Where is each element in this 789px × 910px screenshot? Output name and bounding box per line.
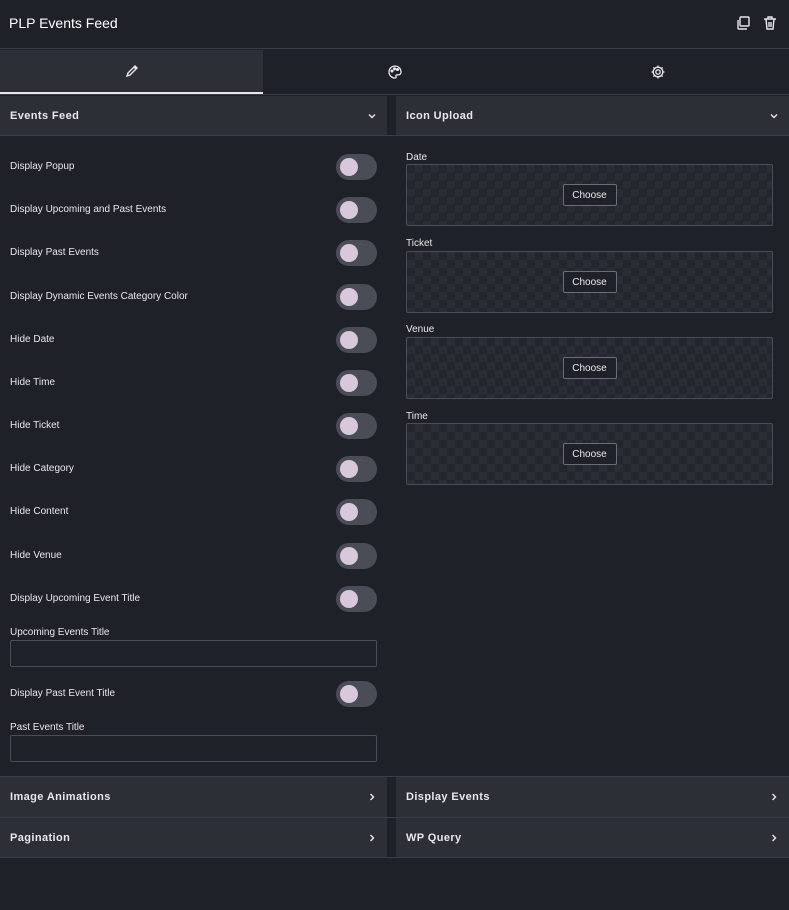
section-icon-upload-label: Icon Upload xyxy=(406,110,474,122)
toggle-switch[interactable] xyxy=(336,499,377,525)
upcoming-events-title-label: Upcoming Events Title xyxy=(10,627,110,638)
section-pagination-label: Pagination xyxy=(10,832,71,844)
toggle-knob xyxy=(340,503,358,521)
toggle-row-display-popup: Display Popup xyxy=(10,154,377,180)
upcoming-events-title-input[interactable] xyxy=(10,640,377,667)
toggle-label: Hide Content xyxy=(10,506,69,517)
past-events-title-input[interactable] xyxy=(10,735,377,762)
toggle-row-hide-ticket: Hide Ticket xyxy=(10,413,377,439)
palette-icon xyxy=(387,65,402,79)
editor-tabs xyxy=(0,50,789,95)
panel-header: PLP Events Feed xyxy=(0,0,789,49)
section-pagination[interactable]: Pagination xyxy=(0,818,387,858)
toggle-label: Display Past Events xyxy=(10,247,99,258)
gear-icon xyxy=(651,65,664,79)
venue-icon-label: Venue xyxy=(406,324,435,335)
toggle-switch[interactable] xyxy=(336,456,377,482)
toggle-label: Display Upcoming and Past Events xyxy=(10,204,167,215)
chevron-down-icon xyxy=(368,114,376,119)
toggle-row-display-upcoming-and-past: Display Upcoming and Past Events xyxy=(10,197,377,223)
chevron-right-icon xyxy=(370,793,375,801)
toggle-switch[interactable] xyxy=(336,586,377,612)
section-icon-upload[interactable]: Icon Upload xyxy=(396,96,789,136)
pencil-icon xyxy=(125,65,138,78)
section-events-feed-label: Events Feed xyxy=(10,110,80,122)
toggle-switch[interactable] xyxy=(336,240,377,266)
chevron-right-icon xyxy=(772,793,777,801)
toggle-label: Display Past Event Title xyxy=(10,688,116,699)
toggle-knob xyxy=(340,288,358,306)
trash-icon[interactable] xyxy=(762,15,778,31)
toggle-row-dynamic-category-color: Display Dynamic Events Category Color xyxy=(10,284,377,310)
venue-icon-upload: Choose xyxy=(406,337,773,399)
toggle-row-hide-time: Hide Time xyxy=(10,370,377,396)
toggle-row-hide-venue: Hide Venue xyxy=(10,543,377,569)
toggle-knob xyxy=(340,201,358,219)
toggle-label: Hide Category xyxy=(10,463,74,474)
section-wp-query-label: WP Query xyxy=(406,832,462,844)
toggle-row-hide-category: Hide Category xyxy=(10,456,377,482)
toggle-knob xyxy=(340,685,358,703)
tab-advanced[interactable] xyxy=(526,50,789,94)
toggle-row-display-upcoming-title: Display Upcoming Event Title xyxy=(10,586,377,612)
divider xyxy=(0,135,789,136)
toggle-switch[interactable] xyxy=(336,327,377,353)
section-events-feed[interactable]: Events Feed xyxy=(0,96,387,136)
toggle-label: Hide Time xyxy=(10,377,56,388)
time-icon-label: Time xyxy=(406,411,428,422)
tab-style[interactable] xyxy=(263,50,526,94)
toggle-knob xyxy=(340,374,358,392)
toggle-knob xyxy=(340,417,358,435)
choose-button[interactable]: Choose xyxy=(562,184,617,206)
toggle-switch[interactable] xyxy=(336,154,377,180)
divider xyxy=(0,857,789,858)
toggle-label: Hide Ticket xyxy=(10,420,60,431)
toggle-switch[interactable] xyxy=(336,543,377,569)
toggle-row-display-past-title: Display Past Event Title xyxy=(10,681,377,707)
date-icon-upload: Choose xyxy=(406,164,773,226)
ticket-icon-label: Ticket xyxy=(406,238,433,249)
toggle-knob xyxy=(340,158,358,176)
toggle-label: Display Upcoming Event Title xyxy=(10,593,141,604)
toggle-knob xyxy=(340,547,358,565)
chevron-down-icon xyxy=(770,114,778,119)
toggle-switch[interactable] xyxy=(336,370,377,396)
toggle-switch[interactable] xyxy=(336,681,377,707)
chevron-right-icon xyxy=(772,834,777,842)
ticket-icon-upload: Choose xyxy=(406,251,773,313)
time-icon-upload: Choose xyxy=(406,423,773,485)
toggle-label: Hide Date xyxy=(10,334,55,345)
choose-button[interactable]: Choose xyxy=(562,443,617,465)
section-image-animations-label: Image Animations xyxy=(10,791,111,803)
toggle-switch[interactable] xyxy=(336,413,377,439)
chevron-right-icon xyxy=(370,834,375,842)
section-display-events-label: Display Events xyxy=(406,791,490,803)
date-icon-label: Date xyxy=(406,152,428,163)
toggle-row-display-past-events: Display Past Events xyxy=(10,240,377,266)
section-display-events[interactable]: Display Events xyxy=(396,777,789,817)
past-events-title-label: Past Events Title xyxy=(10,722,85,733)
toggle-knob xyxy=(340,460,358,478)
duplicate-icon[interactable] xyxy=(735,15,751,31)
choose-button[interactable]: Choose xyxy=(562,271,617,293)
toggle-knob xyxy=(340,331,358,349)
toggle-knob xyxy=(340,244,358,262)
section-wp-query[interactable]: WP Query xyxy=(396,818,789,858)
choose-button[interactable]: Choose xyxy=(562,357,617,379)
tab-content[interactable] xyxy=(0,50,263,94)
toggle-row-hide-date: Hide Date xyxy=(10,327,377,353)
toggle-label: Display Dynamic Events Category Color xyxy=(10,291,188,302)
toggle-switch[interactable] xyxy=(336,197,377,223)
toggle-knob xyxy=(340,590,358,608)
toggle-label: Display Popup xyxy=(10,161,75,172)
panel-title: PLP Events Feed xyxy=(9,15,118,31)
toggle-label: Hide Venue xyxy=(10,550,62,561)
section-image-animations[interactable]: Image Animations xyxy=(0,777,387,817)
toggle-switch[interactable] xyxy=(336,284,377,310)
toggle-row-hide-content: Hide Content xyxy=(10,499,377,525)
